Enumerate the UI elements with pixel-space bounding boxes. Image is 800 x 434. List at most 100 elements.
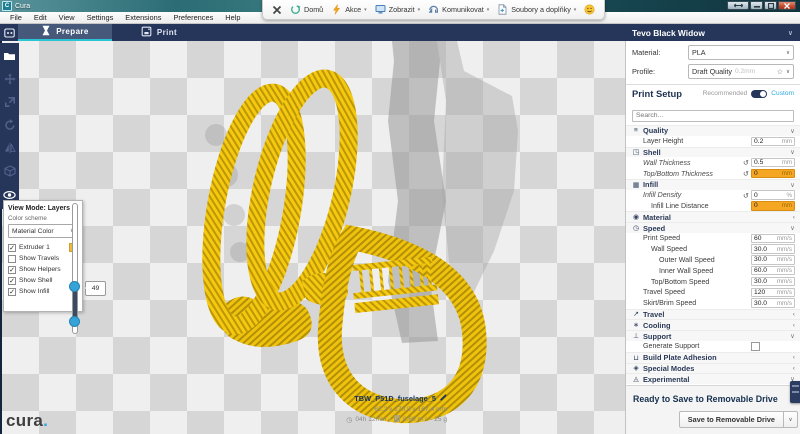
remote-smiley-icon[interactable] <box>584 4 595 15</box>
setting-skirt-brim-speed: Skirt/Brim Speed30.0mm/s <box>626 298 800 309</box>
value-wall-thickness[interactable]: 0.5mm <box>751 158 795 167</box>
value-skirt-brim-speed[interactable]: 30.0mm/s <box>751 298 795 307</box>
settings-section-travel[interactable]: ↗Travel‹ <box>626 309 800 320</box>
save-area: Ready to Save to Removable Drive Save to… <box>626 385 800 434</box>
remote-komunikovat[interactable]: Komunikovat▾ <box>428 4 489 15</box>
tab-prepare[interactable]: Prepare <box>18 24 112 41</box>
revert-icon[interactable]: ↺ <box>743 169 749 178</box>
setting-top-bottom-thickness: Top/Bottom Thickness↺0mm <box>626 168 800 179</box>
view-icon <box>375 4 386 15</box>
settings-section-build-plate-adhesion[interactable]: ⊔Build Plate Adhesion‹ <box>626 352 800 363</box>
menu-view[interactable]: View <box>53 13 81 22</box>
menu-preferences[interactable]: Preferences <box>167 13 219 22</box>
remote-akce[interactable]: Akce▾ <box>331 4 367 15</box>
aero-peek-button[interactable] <box>727 1 749 10</box>
value-infill-line-distance[interactable]: 0mm <box>751 201 795 210</box>
minimize-button[interactable] <box>750 1 763 10</box>
value-inner-wall-speed[interactable]: 60.0mm/s <box>751 266 795 275</box>
setup-mode-toggle[interactable] <box>751 90 767 98</box>
maximize-button[interactable] <box>764 1 777 10</box>
view-mode-options: ✓Extruder 1Show Travels✓Show Helpers✓Sho… <box>8 242 78 297</box>
checkbox-extruder-1[interactable]: ✓ <box>8 244 16 252</box>
filament-icon <box>394 415 400 424</box>
value-top-bottom-thickness[interactable]: 0mm <box>751 169 795 178</box>
remote-soubory-a-dopl-ky[interactable]: Soubory a doplňky▾ <box>497 4 576 15</box>
view-option-show-travels: Show Travels <box>8 253 78 264</box>
profile-select[interactable]: Draft Quality 0.2mm ☆ ∨ <box>688 64 794 79</box>
view-mode-title: View Mode: Layers <box>8 205 78 212</box>
revert-icon[interactable]: ↺ <box>743 191 749 200</box>
dropdown-arrow-icon: ▾ <box>364 7 367 13</box>
settings-section-support[interactable]: ⊥Support∨ <box>626 330 800 341</box>
special-modes-icon: ◈ <box>631 364 641 372</box>
setting-travel-speed: Travel Speed120mm/s <box>626 287 800 298</box>
remote-zobrazit[interactable]: Zobrazit▾ <box>375 4 420 15</box>
smiley-icon <box>584 4 595 15</box>
files-icon <box>497 4 508 15</box>
revert-icon[interactable]: ↺ <box>743 158 749 167</box>
profile-label: Profile: <box>632 67 688 76</box>
tool-move <box>0 69 19 92</box>
close-window-button[interactable] <box>778 1 796 10</box>
menu-settings[interactable]: Settings <box>81 13 120 22</box>
checkbox-show-infill[interactable]: ✓ <box>8 288 16 296</box>
settings-section-quality[interactable]: ≡Quality∨ <box>626 125 800 136</box>
star-icon[interactable]: ☆ <box>777 68 783 76</box>
save-to-removable-drive-button[interactable]: Save to Removable Drive <box>679 411 784 428</box>
value-infill-density[interactable]: 0% <box>751 190 795 199</box>
slider-handle-top[interactable] <box>69 281 80 292</box>
layer-range-slider[interactable] <box>70 203 80 334</box>
value-print-speed[interactable]: 60mm/s <box>751 234 795 243</box>
mode-custom-label[interactable]: Custom <box>771 90 794 97</box>
job-info: TBW_P51D_fuselage_5 62.2 x 170.8 x 167.4… <box>346 393 447 424</box>
sliced-model-scene <box>2 41 625 434</box>
value-top-bottom-speed[interactable]: 30.0mm/s <box>751 277 795 286</box>
settings-section-speed[interactable]: ◷Speed∨ <box>626 222 800 233</box>
remote-close-icon[interactable] <box>272 5 282 15</box>
tab-print[interactable]: Print <box>112 24 206 41</box>
remote-dom[interactable]: Domů <box>290 4 323 15</box>
chevron-collapsed-icon: ‹ <box>793 322 795 329</box>
tool-scale <box>0 92 19 115</box>
viewport-3d[interactable]: cura. TBW_P51D_fuselage_5 62.2 x 170.8 x… <box>2 41 625 434</box>
menu-help[interactable]: Help <box>219 13 246 22</box>
menu-edit[interactable]: Edit <box>28 13 53 22</box>
checkbox-show-travels[interactable] <box>8 255 16 263</box>
settings-section-special-modes[interactable]: ◈Special Modes‹ <box>626 363 800 374</box>
settings-section-infill[interactable]: ▦Infill∨ <box>626 179 800 190</box>
settings-section-material[interactable]: ◉Material‹ <box>626 211 800 222</box>
search-input[interactable] <box>632 110 794 122</box>
menu-file[interactable]: File <box>4 13 28 22</box>
slider-handle-bottom[interactable] <box>69 316 80 327</box>
mode-recommended-label[interactable]: Recommended <box>703 90 748 97</box>
chevron-collapsed-icon: ‹ <box>793 354 795 361</box>
color-scheme-select[interactable]: Material Color ∨ <box>8 224 78 238</box>
tool-column: ∨ <box>0 43 19 209</box>
value-layer-height[interactable]: 0.2mm <box>751 137 795 146</box>
view-option-extruder-1: ✓Extruder 1 <box>8 242 78 253</box>
edit-job-name-icon[interactable] <box>439 393 447 403</box>
experimental-icon: ◬ <box>631 375 641 383</box>
tool-per-model-settings <box>0 161 19 184</box>
chevron-down-icon: ∨ <box>790 224 795 232</box>
checkbox-show-helpers[interactable]: ✓ <box>8 266 16 274</box>
chevron-down-icon: ∨ <box>790 332 795 340</box>
setting-outer-wall-speed: Outer Wall Speed30.0mm/s <box>626 255 800 266</box>
settings-section-cooling[interactable]: ∗Cooling‹ <box>626 319 800 330</box>
value-wall-speed[interactable]: 30.0mm/s <box>751 244 795 253</box>
tool-open-file[interactable] <box>0 46 19 69</box>
settings-section-shell[interactable]: ◳Shell∨ <box>626 147 800 158</box>
checkbox-generate-support[interactable] <box>751 342 760 351</box>
material-select[interactable]: PLA ∨ <box>688 45 794 60</box>
value-outer-wall-speed[interactable]: 30.0mm/s <box>751 255 795 264</box>
setting-layer-height: Layer Height0.2mm <box>626 136 800 147</box>
save-options-dropdown[interactable]: ∨ <box>784 411 798 428</box>
menu-extensions[interactable]: Extensions <box>119 13 167 22</box>
settings-section-experimental[interactable]: ◬Experimental∨ <box>626 373 800 384</box>
machine-selector[interactable]: Tevo Black Widow ∨ <box>625 24 800 41</box>
window-controls <box>727 1 796 10</box>
value-travel-speed[interactable]: 120mm/s <box>751 288 795 297</box>
setting-wall-thickness: Wall Thickness↺0.5mm <box>626 157 800 168</box>
job-print-time: 04h 12min <box>355 416 386 423</box>
checkbox-show-shell[interactable]: ✓ <box>8 277 16 285</box>
